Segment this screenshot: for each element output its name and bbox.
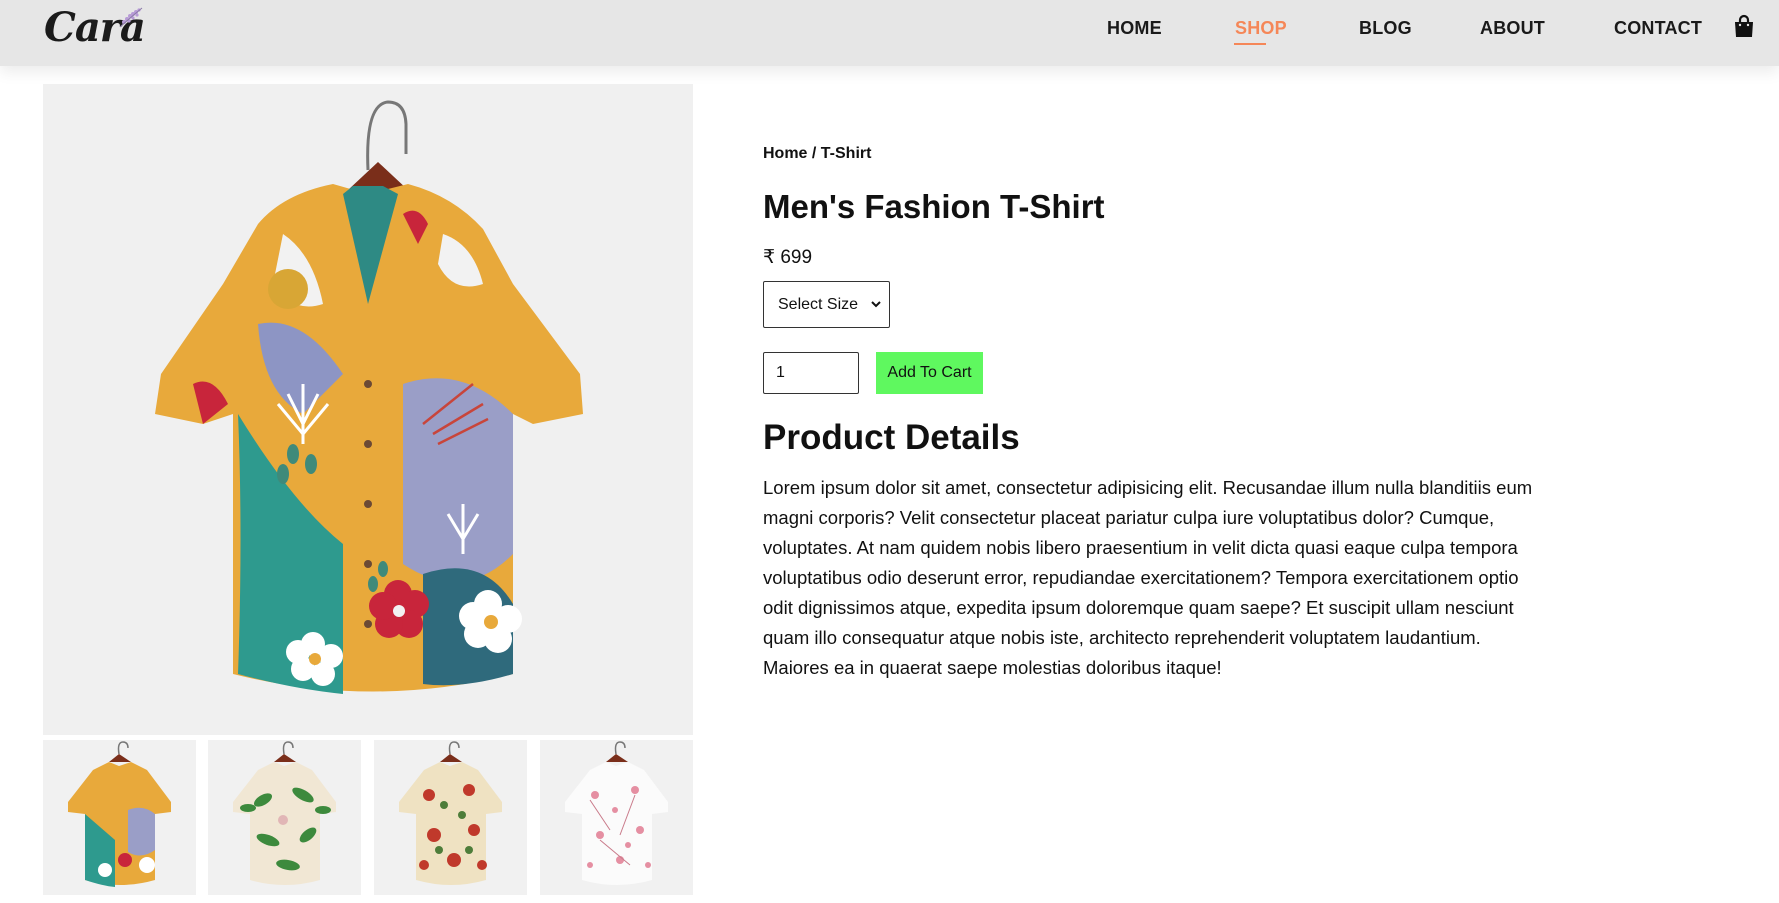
thumbnail-3[interactable] — [374, 740, 527, 895]
breadcrumb: Home / T-Shirt — [763, 145, 872, 162]
add-to-cart-button[interactable]: Add To Cart — [876, 352, 983, 394]
thumbnail-gallery — [43, 740, 693, 903]
nav-link-blog[interactable]: BLOG — [1359, 18, 1412, 39]
nav-link-contact[interactable]: CONTACT — [1614, 18, 1702, 39]
active-nav-underline — [1234, 43, 1266, 45]
chevron-down-icon — [871, 301, 881, 308]
quantity-input[interactable]: 1 — [763, 352, 859, 394]
thumbnail-4[interactable] — [540, 740, 693, 895]
nav-link-home[interactable]: HOME — [1107, 18, 1162, 39]
main-product-image — [43, 84, 693, 735]
nav-link-about[interactable]: ABOUT — [1480, 18, 1545, 39]
nav-link-shop[interactable]: SHOP — [1235, 18, 1287, 39]
green-leaf-shirt-thumb — [233, 741, 336, 885]
red-floral-shirt-thumb — [399, 741, 502, 885]
floral-shirt-thumb — [68, 741, 171, 887]
product-title: Men's Fashion T-Shirt — [763, 188, 1105, 225]
thumbnail-2[interactable] — [208, 740, 361, 895]
thumbnail-1[interactable] — [43, 740, 196, 895]
product-price: ₹ 699 — [763, 247, 813, 268]
quantity-value: 1 — [776, 364, 785, 381]
size-select[interactable]: Select Size — [763, 281, 890, 328]
site-header: Cara HOME SHOP BLOG ABOUT CONTACT — [0, 0, 1779, 66]
product-details-heading: Product Details — [763, 418, 1020, 457]
shopping-bag-icon[interactable] — [1733, 14, 1755, 38]
floral-shirt-image — [155, 100, 583, 694]
main-nav: HOME SHOP BLOG ABOUT CONTACT — [0, 18, 1779, 48]
product-description: Lorem ipsum dolor sit amet, consectetur … — [763, 477, 1533, 678]
size-select-value: Select Size — [778, 296, 859, 313]
pink-floral-shirt-thumb — [565, 741, 668, 885]
